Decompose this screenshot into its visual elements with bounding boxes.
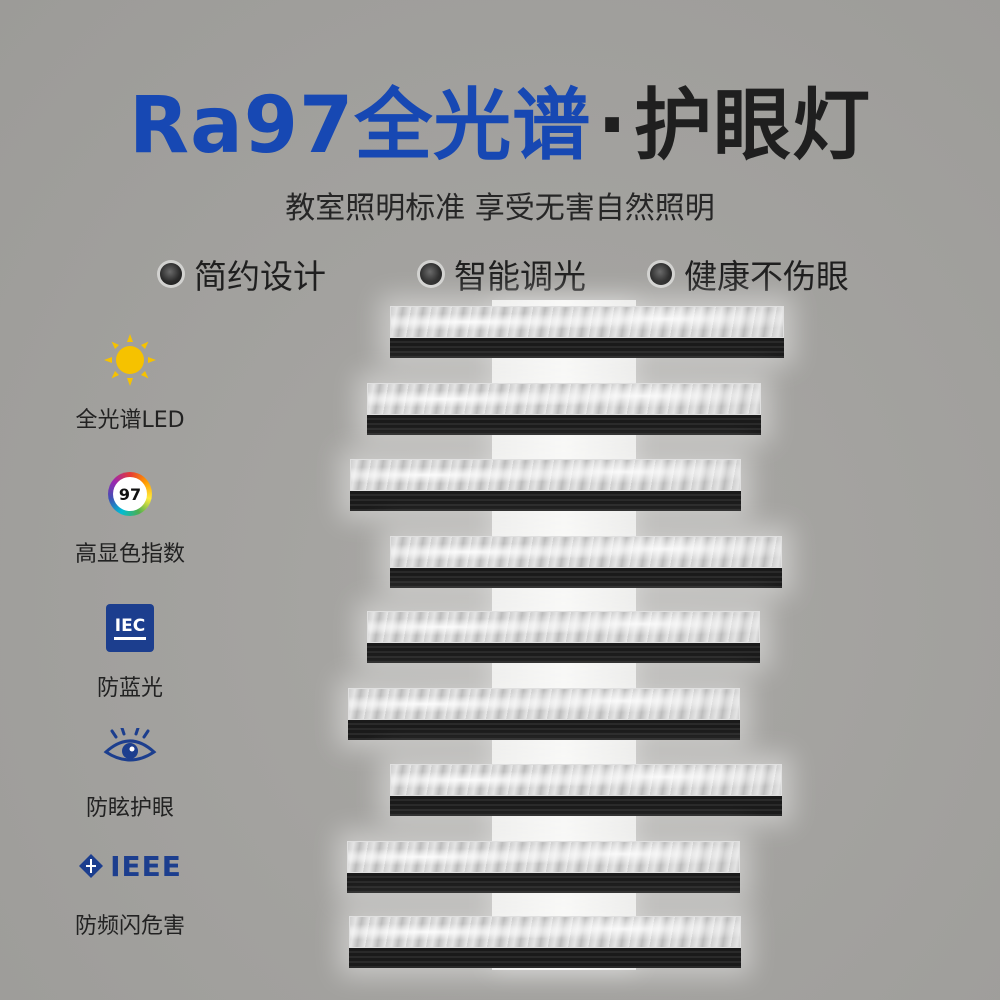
lamp-panel [347, 841, 740, 893]
lamp-panel [350, 459, 741, 511]
lamp-illustration [0, 0, 1000, 1000]
lamp-panel [390, 536, 782, 588]
lamp-panel [367, 611, 760, 663]
lamp-panel [348, 688, 740, 740]
lamp-panel [367, 383, 761, 435]
lamp-panel [390, 306, 784, 358]
lamp-panel [349, 916, 741, 968]
lamp-panel [390, 764, 782, 816]
